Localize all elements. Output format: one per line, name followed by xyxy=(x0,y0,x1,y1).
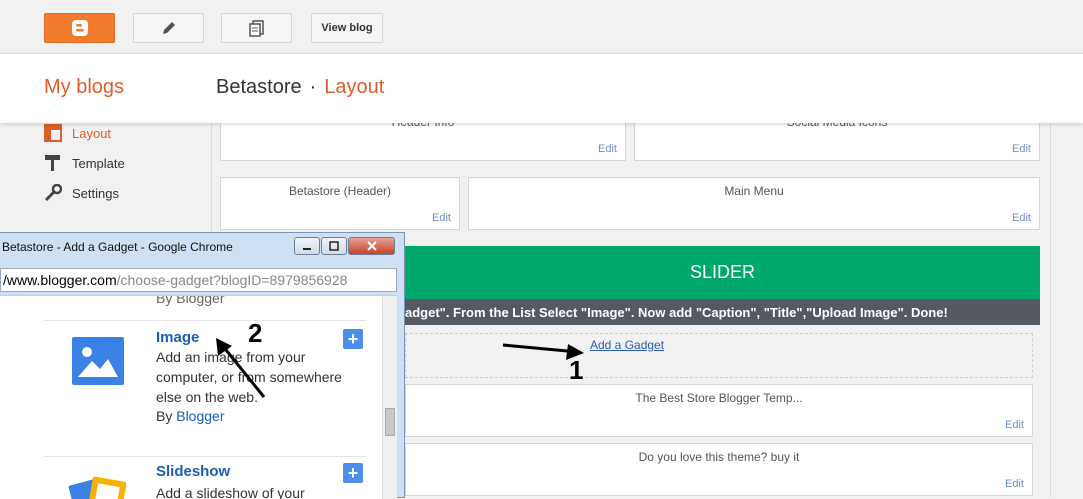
scrollbar[interactable] xyxy=(382,296,397,499)
edit-link[interactable]: Edit xyxy=(1005,419,1024,431)
maximize-icon xyxy=(329,241,339,251)
slider-instructions: adget". From the List Select "Image". No… xyxy=(405,299,1040,325)
posts-list-button[interactable] xyxy=(221,13,292,43)
gadget-description: Add an image from your computer, or from… xyxy=(156,349,342,405)
gadget-name[interactable]: Slideshow xyxy=(156,463,230,480)
maximize-button[interactable] xyxy=(321,237,347,255)
new-post-button[interactable] xyxy=(133,13,204,43)
edit-link[interactable]: Edit xyxy=(598,143,617,155)
gadget-list: By Blogger Image Add an image from your … xyxy=(0,295,397,499)
annotation-step-1: 1 xyxy=(569,355,584,385)
gadget-description: Add a slideshow of your xyxy=(156,485,305,499)
breadcrumb: Betastore · Layout xyxy=(216,76,384,99)
page-header: My blogs Betastore · Layout xyxy=(0,54,1083,123)
by-prefix: By xyxy=(156,408,177,424)
author-link[interactable]: Blogger xyxy=(176,408,224,424)
add-gadget-zone xyxy=(405,333,1033,378)
gadget-best-store[interactable]: The Best Store Blogger Temp... Edit xyxy=(405,384,1033,437)
breadcrumb-separator: · xyxy=(309,76,317,98)
url-path: /choose-gadget?blogID=8979856928 xyxy=(116,272,348,288)
sidebar-item-label: Settings xyxy=(72,185,119,201)
pages-icon xyxy=(248,20,264,37)
paint-roller-icon xyxy=(45,155,60,171)
gadget-betastore-header[interactable]: Betastore (Header) Edit xyxy=(220,177,460,230)
gadget-main-menu[interactable]: Main Menu Edit xyxy=(468,177,1040,230)
slider-section-title: SLIDER xyxy=(405,246,1040,299)
blogger-logo-icon xyxy=(71,20,88,36)
page-title: Layout xyxy=(324,76,385,98)
gadget-option-image[interactable]: Image Add an image from your computer, o… xyxy=(44,320,366,450)
gadget-title: The Best Store Blogger Temp... xyxy=(635,391,803,405)
add-gadget-button[interactable]: + xyxy=(343,329,363,349)
annotation-step-2: 2 xyxy=(248,318,263,348)
layout-icon xyxy=(44,124,62,142)
edit-link[interactable]: Edit xyxy=(1005,478,1024,490)
add-gadget-button[interactable]: + xyxy=(343,463,363,483)
slideshow-gadget-icon xyxy=(68,476,127,499)
sidebar-item-settings[interactable]: Settings xyxy=(44,184,119,202)
minimize-button[interactable] xyxy=(294,237,320,255)
address-bar[interactable]: /www.blogger.com/choose-gadget?blogID=89… xyxy=(0,268,397,292)
scrollbar-thumb[interactable] xyxy=(385,408,395,436)
wrench-icon xyxy=(44,184,62,202)
gadget-title: Betastore (Header) xyxy=(288,184,392,198)
gadget-title: Do you love this theme? buy it xyxy=(638,450,800,464)
pencil-icon xyxy=(162,22,175,34)
close-button[interactable] xyxy=(348,237,395,255)
gadget-love-theme[interactable]: Do you love this theme? buy it Edit xyxy=(405,443,1033,496)
my-blogs-link[interactable]: My blogs xyxy=(44,76,124,99)
gadget-option-slideshow[interactable]: Slideshow Add a slideshow of your + xyxy=(44,456,366,499)
sidebar-item-layout[interactable]: Layout xyxy=(44,124,111,142)
edit-link[interactable]: Edit xyxy=(1012,212,1031,224)
sidebar-item-template[interactable]: Template xyxy=(44,154,125,172)
edit-link[interactable]: Edit xyxy=(432,212,451,224)
image-gadget-icon xyxy=(72,337,124,385)
top-toolbar: View blog xyxy=(0,0,1083,54)
partial-by-label: By Blogger xyxy=(156,295,225,306)
blog-name[interactable]: Betastore xyxy=(216,76,302,98)
add-gadget-link[interactable]: Add a Gadget xyxy=(590,338,664,352)
window-title: Betastore - Add a Gadget - Google Chrome xyxy=(2,240,233,254)
minimize-icon xyxy=(303,248,311,250)
gadget-title: Main Menu xyxy=(724,184,784,198)
gadget-name[interactable]: Image xyxy=(156,329,199,346)
close-icon xyxy=(366,241,377,251)
view-blog-button[interactable]: View blog xyxy=(311,13,383,43)
sidebar-item-label: Template xyxy=(72,155,125,171)
gadget-author: By Blogger xyxy=(156,408,225,424)
url-host: /www.blogger.com xyxy=(3,272,117,288)
add-gadget-popup-window: Betastore - Add a Gadget - Google Chrome… xyxy=(0,232,405,499)
sidebar-item-label: Layout xyxy=(72,125,112,141)
blogger-home-button[interactable] xyxy=(44,13,115,43)
edit-link[interactable]: Edit xyxy=(1012,143,1031,155)
